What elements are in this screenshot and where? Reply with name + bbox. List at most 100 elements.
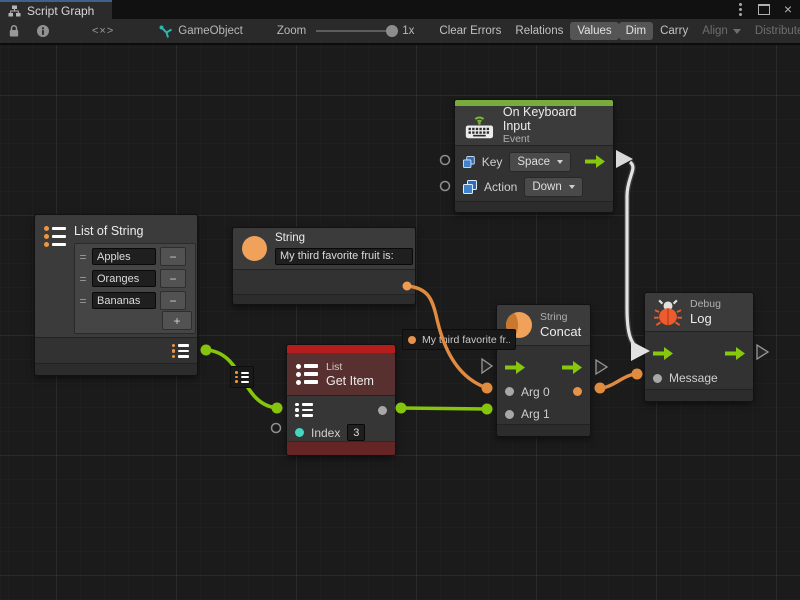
unity-visual-scripting-window: Script Graph × <×>: [0, 0, 800, 600]
node-title: String: [275, 232, 413, 244]
wire-list-preview: [230, 366, 254, 388]
window-tab-bar: Script Graph ×: [0, 0, 800, 19]
drag-handle[interactable]: =: [78, 294, 88, 308]
node-string-literal[interactable]: String: [233, 228, 415, 304]
action-dropdown[interactable]: Down: [524, 177, 582, 197]
arg0-input-port[interactable]: [505, 387, 514, 396]
flow-input-port[interactable]: [653, 347, 673, 360]
list-item-row: = −: [78, 269, 192, 288]
gameobject-icon: [158, 24, 173, 39]
gameobject-button[interactable]: GameObject: [150, 20, 251, 42]
arg1-label: Arg 1: [521, 407, 550, 421]
gameobject-label: GameObject: [178, 25, 243, 37]
values-button[interactable]: Values: [570, 22, 618, 40]
tab-script-graph[interactable]: Script Graph: [0, 0, 112, 19]
node-debug-log[interactable]: Debug Log Message: [645, 293, 753, 401]
flow-output-port[interactable]: [725, 347, 745, 360]
node-on-keyboard-input[interactable]: On Keyboard Input Event Key Space: [455, 100, 613, 212]
keyboard-icon: [464, 111, 495, 140]
list-output-port-icon[interactable]: [172, 344, 190, 359]
tab-title: Script Graph: [27, 4, 94, 18]
index-value-input[interactable]: [347, 424, 365, 441]
maximize-icon[interactable]: [758, 4, 770, 15]
clear-errors-button[interactable]: Clear Errors: [432, 22, 508, 40]
node-category: String: [540, 311, 581, 324]
close-icon[interactable]: ×: [784, 2, 792, 16]
string-type-icon: [242, 236, 267, 261]
message-label: Message: [669, 371, 718, 385]
list-item-input[interactable]: [92, 270, 156, 287]
list-input-port-icon[interactable]: [295, 403, 313, 418]
node-category: Debug: [690, 298, 721, 311]
drag-handle[interactable]: =: [78, 250, 88, 264]
node-title: Concat: [540, 324, 581, 339]
node-title: On Keyboard Input: [503, 105, 604, 133]
zoom-slider-handle[interactable]: [386, 25, 398, 37]
flow-output-port[interactable]: [585, 155, 605, 168]
wire-value-text: My third favorite fr..: [422, 334, 510, 346]
info-icon[interactable]: [28, 20, 58, 42]
arg1-input-port[interactable]: [505, 410, 514, 419]
dim-button[interactable]: Dim: [619, 22, 653, 40]
key-port-label: Key: [482, 155, 503, 169]
add-item-button[interactable]: +: [162, 311, 192, 330]
zoom-slider[interactable]: [316, 30, 392, 32]
list-value-icon: [235, 371, 249, 383]
item-output-port[interactable]: [378, 406, 387, 415]
window-menu-icon[interactable]: [739, 8, 742, 11]
zoom-label: Zoom: [277, 25, 306, 37]
arg0-label: Arg 0: [521, 385, 550, 399]
enum-type-icon: [463, 180, 477, 194]
list-icon: [44, 226, 66, 247]
chevron-down-icon: [733, 29, 741, 34]
node-list-of-string[interactable]: List of String = − = − =: [35, 215, 197, 375]
align-label: Align: [702, 25, 728, 37]
list-item-input[interactable]: [92, 292, 156, 309]
align-dropdown[interactable]: Align: [695, 22, 748, 40]
remove-item-button[interactable]: −: [160, 291, 186, 310]
string-output-row: [233, 269, 415, 294]
graph-toolbar: <×> GameObject Zoom 1x Clear Errors Rela…: [0, 19, 800, 45]
list-item-row: = −: [78, 291, 192, 310]
string-value-dot: [408, 336, 416, 344]
list-item-input[interactable]: [92, 248, 156, 265]
node-concat[interactable]: String Concat Arg 0 A: [497, 305, 590, 436]
error-accent-strip: [287, 345, 395, 353]
result-output-port[interactable]: [573, 387, 582, 396]
relations-button[interactable]: Relations: [508, 22, 570, 40]
node-category: List: [326, 361, 374, 374]
action-port-label: Action: [484, 180, 517, 194]
drag-handle[interactable]: =: [78, 272, 88, 286]
remove-item-button[interactable]: −: [160, 269, 186, 288]
wire-value-preview: My third favorite fr..: [402, 329, 516, 350]
string-value-input[interactable]: [275, 248, 413, 265]
distribute-label: Distribute: [755, 25, 800, 37]
remove-item-button[interactable]: −: [160, 247, 186, 266]
carry-button[interactable]: Carry: [653, 22, 695, 40]
key-dropdown[interactable]: Space: [509, 152, 571, 172]
distribute-dropdown[interactable]: Distribute: [748, 22, 800, 40]
chevron-down-icon: [557, 160, 563, 164]
list-icon: [296, 364, 318, 385]
flow-output-port[interactable]: [562, 361, 582, 374]
zoom-value: 1x: [402, 25, 414, 37]
node-title: List of String: [74, 224, 196, 238]
index-input-port[interactable]: [295, 428, 304, 437]
node-get-item[interactable]: List Get Item Index: [287, 345, 395, 455]
list-item-row: = −: [78, 247, 192, 266]
message-input-port[interactable]: [653, 374, 662, 383]
graph-icon: [8, 5, 21, 17]
lock-icon[interactable]: [0, 20, 28, 42]
key-value: Space: [517, 156, 550, 168]
node-title: Log: [690, 311, 721, 326]
index-label: Index: [311, 426, 340, 440]
node-title: Get Item: [326, 374, 374, 388]
node-subtitle: Event: [503, 133, 604, 146]
action-value: Down: [532, 181, 561, 193]
code-view-icon[interactable]: <×>: [84, 20, 122, 42]
chevron-down-icon: [569, 185, 575, 189]
keycode-type-icon: [463, 155, 475, 169]
list-output-row: [35, 337, 197, 363]
list-editor: = − = − = − +: [74, 243, 196, 334]
flow-input-port[interactable]: [505, 361, 525, 374]
